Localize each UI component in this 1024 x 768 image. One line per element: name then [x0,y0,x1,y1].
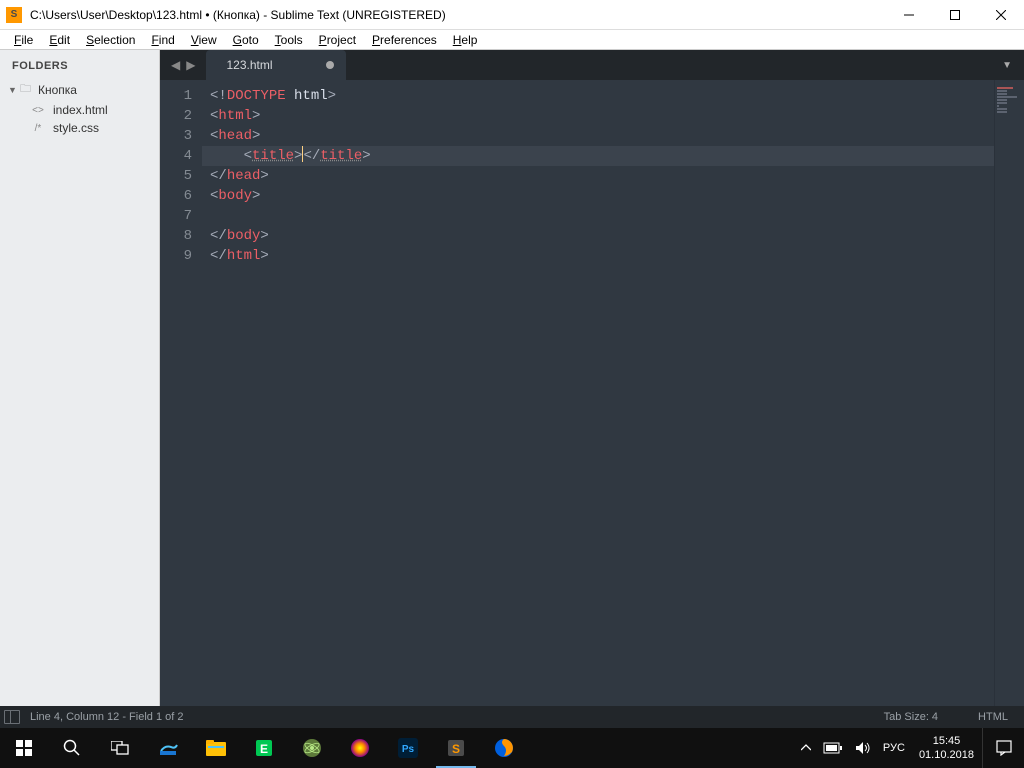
status-bar: Line 4, Column 12 - Field 1 of 2 Tab Siz… [0,706,1024,728]
language-indicator[interactable]: РУС [877,728,911,768]
menu-find[interactable]: Find [143,31,182,49]
search-icon[interactable] [48,728,96,768]
folder-collapse-icon: ▼ [8,85,20,95]
code-content[interactable]: <!DOCTYPE html><html><head> <title></tit… [202,80,994,706]
file-label: style.css [53,121,99,135]
atom-icon[interactable] [288,728,336,768]
clock-date: 01.10.2018 [919,748,974,762]
minimize-button[interactable] [886,0,932,30]
menu-tools[interactable]: Tools [267,31,311,49]
firefox-icon[interactable] [480,728,528,768]
system-clock[interactable]: 15:45 01.10.2018 [911,734,982,762]
menu-help[interactable]: Help [445,31,486,49]
windows-taskbar: E Ps S РУС 15:45 01.10.2018 [0,728,1024,768]
taskbar-app-1[interactable] [144,728,192,768]
editor-area: ◀ ▶ 123.html ▼ 123456789 <!DOCTYPE html>… [160,50,1024,706]
file-type-icon: /* [26,123,50,134]
battery-icon[interactable] [817,728,849,768]
svg-text:E: E [260,742,268,756]
panel-switcher-icon[interactable] [4,710,20,724]
tab-label: 123.html [226,58,272,72]
action-center-icon[interactable] [982,728,1024,768]
code-editor[interactable]: 123456789 <!DOCTYPE html><html><head> <t… [160,80,1024,706]
menu-preferences[interactable]: Preferences [364,31,445,49]
menu-goto[interactable]: Goto [225,31,267,49]
tab-nav-arrows: ◀ ▶ [160,58,206,72]
folder-icon: 🗀 [20,80,34,99]
editor-tab[interactable]: 123.html [206,50,346,80]
file-item[interactable]: /*style.css [26,119,151,137]
file-type-icon: <> [26,105,50,116]
tab-bar: ◀ ▶ 123.html ▼ [160,50,1024,80]
start-button[interactable] [0,728,48,768]
code-line[interactable]: </body> [202,226,994,246]
window-title: C:\Users\User\Desktop\123.html • (Кнопка… [30,8,886,22]
app-icon: S [6,7,22,23]
svg-text:S: S [452,742,460,756]
syntax-label[interactable]: HTML [978,711,1008,723]
line-gutter: 123456789 [160,80,202,706]
menu-selection[interactable]: Selection [78,31,143,49]
svg-text:Ps: Ps [402,744,415,755]
file-item[interactable]: <>index.html [26,101,151,119]
tray-overflow-icon[interactable] [795,728,817,768]
window-titlebar: S C:\Users\User\Desktop\123.html • (Кноп… [0,0,1024,30]
close-button[interactable] [978,0,1024,30]
file-label: index.html [53,103,108,117]
dirty-indicator-icon [326,61,334,69]
code-line[interactable]: <title></title> [202,146,994,166]
file-explorer-icon[interactable] [192,728,240,768]
code-line[interactable]: </html> [202,246,994,266]
folder-label: Кнопка [38,83,77,97]
taskbar-app-5[interactable] [336,728,384,768]
folder-root[interactable]: ▼ 🗀 Кнопка [8,78,151,101]
sublime-text-icon[interactable]: S [432,728,480,768]
maximize-button[interactable] [932,0,978,30]
folder-tree: ▼ 🗀 Кнопка <>index.html/*style.css [0,78,159,137]
code-line[interactable] [202,206,994,226]
menu-view[interactable]: View [183,31,225,49]
menu-project[interactable]: Project [311,31,364,49]
menu-file[interactable]: File [6,31,41,49]
menu-bar: FileEditSelectionFindViewGotoToolsProjec… [0,30,1024,50]
tab-nav-next-icon[interactable]: ▶ [183,58,198,72]
folders-header: FOLDERS [0,50,159,78]
volume-icon[interactable] [849,728,877,768]
code-line[interactable]: <html> [202,106,994,126]
tab-size-label[interactable]: Tab Size: 4 [884,711,938,723]
cursor-position-label: Line 4, Column 12 - Field 1 of 2 [30,711,183,723]
code-line[interactable]: <!DOCTYPE html> [202,86,994,106]
tab-nav-prev-icon[interactable]: ◀ [168,58,183,72]
system-tray: РУС 15:45 01.10.2018 [795,728,1024,768]
menu-edit[interactable]: Edit [41,31,78,49]
code-line[interactable]: </head> [202,166,994,186]
code-line[interactable]: <body> [202,186,994,206]
task-view-icon[interactable] [96,728,144,768]
photoshop-icon[interactable]: Ps [384,728,432,768]
taskbar-app-3[interactable]: E [240,728,288,768]
minimap[interactable] [994,80,1024,706]
sidebar: FOLDERS ▼ 🗀 Кнопка <>index.html/*style.c… [0,50,160,706]
tab-dropdown-icon[interactable]: ▼ [990,60,1024,71]
code-line[interactable]: <head> [202,126,994,146]
clock-time: 15:45 [933,734,961,748]
